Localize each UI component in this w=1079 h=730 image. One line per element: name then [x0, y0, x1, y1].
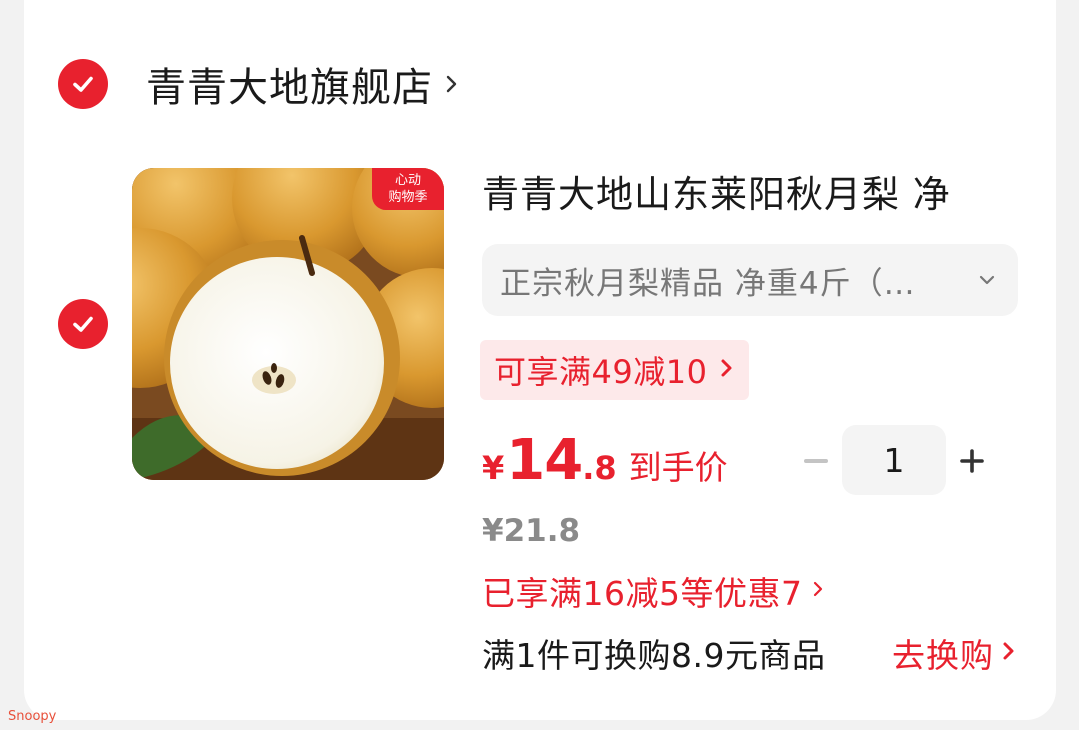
discount-detail-link[interactable]: 已享满16减5等优惠7 [482, 566, 824, 616]
price-label: 到手价 [628, 448, 728, 487]
chevron-right-icon [719, 356, 735, 384]
minus-icon [804, 459, 828, 463]
product-title[interactable]: 青青大地山东莱阳秋月梨 净 [482, 168, 1022, 222]
discount-text: 已享满16减5等优惠7 [482, 574, 803, 613]
quantity-value[interactable]: 1 [842, 425, 946, 495]
coupon-offer[interactable]: 可享满49减10 [480, 340, 750, 400]
sku-text: 正宗秋月梨精品 净重4斤（… [500, 265, 916, 302]
shop-select-checkbox[interactable] [58, 59, 108, 109]
exchange-button-label: 去换购 [892, 636, 994, 675]
exchange-row: 满1件可换购8.9元商品 去换购 [482, 626, 1016, 680]
check-icon [73, 76, 93, 92]
promo-tag-line1: 心动 [394, 173, 421, 188]
exchange-text: 满1件可换购8.9元商品 [482, 636, 826, 675]
promo-tag-line2: 购物季 [388, 190, 428, 205]
price-symbol: ¥ [482, 449, 505, 487]
price-decimal: .8 [582, 449, 617, 487]
quantity-increase-button[interactable] [951, 440, 993, 482]
chevron-right-icon [812, 579, 824, 603]
chevron-down-icon [978, 274, 996, 286]
price-integer: 14 [506, 428, 583, 493]
chevron-right-icon [445, 73, 459, 95]
coupon-text: 可享满49减10 [494, 353, 708, 391]
shop-name: 青青大地旗舰店 [146, 65, 433, 111]
watermark: Snoopy [8, 709, 57, 724]
item-select-checkbox[interactable] [58, 299, 108, 349]
exchange-button[interactable]: 去换购 [892, 629, 1016, 677]
check-icon [73, 316, 93, 332]
shop-header-link[interactable]: 青青大地旗舰店 [146, 54, 459, 114]
chevron-right-icon [1002, 639, 1016, 667]
sku-selector[interactable]: 正宗秋月梨精品 净重4斤（… [482, 244, 1018, 316]
promo-tag: 心动 购物季 [372, 168, 444, 210]
quantity-decrease-button[interactable] [795, 440, 837, 482]
plus-icon [960, 449, 984, 473]
product-image[interactable]: 心动 购物季 [132, 168, 444, 480]
original-price: ¥21.8 [482, 513, 581, 549]
final-price: ¥ 14 .8 到手价 [482, 428, 728, 498]
